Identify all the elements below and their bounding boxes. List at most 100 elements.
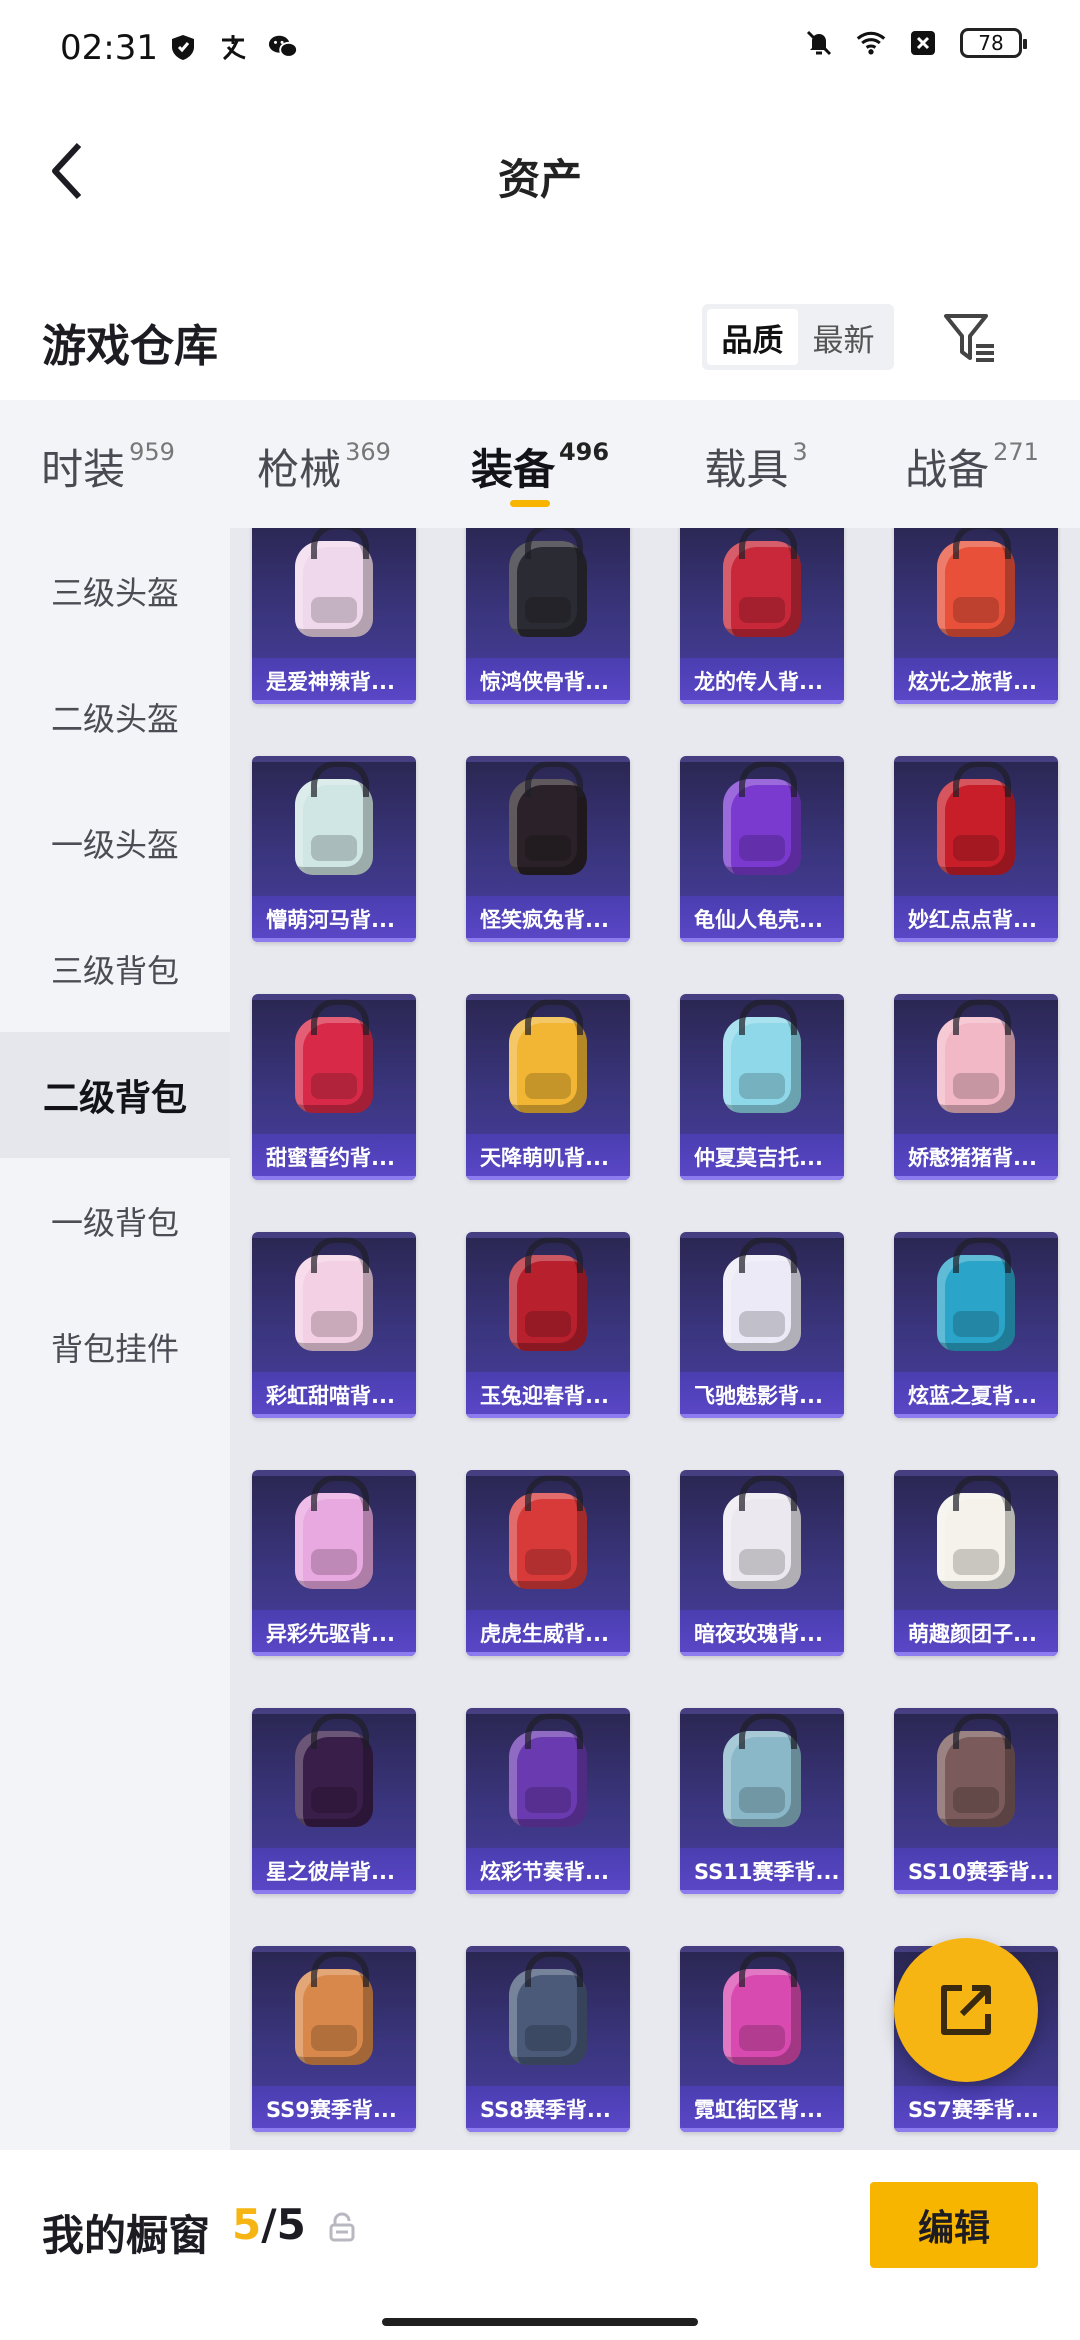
- item-card[interactable]: 妙红点点背...: [894, 756, 1058, 942]
- sidebar-item-backpack-lv3[interactable]: 三级背包: [0, 906, 230, 1032]
- showcase-used-count: 5: [232, 2200, 262, 2249]
- tab-label: 载具: [704, 445, 789, 494]
- tab-fashion[interactable]: 时装 959: [0, 400, 216, 528]
- item-name: 霓虹街区背...: [680, 2086, 844, 2132]
- item-card[interactable]: SS8赛季背...: [466, 1946, 630, 2132]
- item-name: 萌趣颜团子...: [894, 1610, 1058, 1656]
- item-name: 玉兔迎春背...: [466, 1372, 630, 1418]
- item-card[interactable]: 娇憨猪猪背...: [894, 994, 1058, 1180]
- item-image: [466, 1237, 630, 1368]
- item-name: 天降萌叽背...: [466, 1134, 630, 1180]
- item-image: [894, 528, 1058, 654]
- tab-weapons[interactable]: 枪械 369: [216, 400, 432, 528]
- sidebar-item-helmet-lv3[interactable]: 三级头盔: [0, 528, 230, 654]
- tab-count: 959: [129, 438, 175, 466]
- item-image: [894, 999, 1058, 1130]
- item-card[interactable]: 龙的传人背...: [680, 528, 844, 704]
- backpack-icon: [937, 999, 1015, 1113]
- sidebar-item-helmet-lv1[interactable]: 一级头盔: [0, 780, 230, 906]
- sort-newest-option[interactable]: 最新: [798, 309, 889, 365]
- item-image: [252, 528, 416, 654]
- item-image: [252, 1951, 416, 2082]
- item-card[interactable]: 怪笑疯兔背...: [466, 756, 630, 942]
- item-card[interactable]: 异彩先驱背...: [252, 1470, 416, 1656]
- filter-button[interactable]: [940, 308, 1000, 368]
- sidebar-item-helmet-lv2[interactable]: 二级头盔: [0, 654, 230, 780]
- item-card[interactable]: 飞驰魅影背...: [680, 1232, 844, 1418]
- home-indicator[interactable]: [382, 2318, 698, 2326]
- backpack-icon: [295, 1951, 373, 2065]
- tab-label: 战备: [905, 445, 990, 494]
- item-card[interactable]: 惊鸿侠骨背...: [466, 528, 630, 704]
- tab-label: 装备: [470, 445, 555, 494]
- category-tabs: 时装 959 枪械 369 装备 496 载具 3 战备 271: [0, 400, 1080, 528]
- item-name: 妙红点点背...: [894, 896, 1058, 942]
- backpack-icon: [295, 528, 373, 637]
- edit-button[interactable]: 编辑: [870, 2182, 1038, 2268]
- item-image: [680, 1713, 844, 1844]
- item-card[interactable]: 仲夏莫吉托...: [680, 994, 844, 1180]
- item-name: 炫蓝之夏背...: [894, 1372, 1058, 1418]
- item-image: [466, 1713, 630, 1844]
- item-name: 龟仙人龟壳...: [680, 896, 844, 942]
- item-card[interactable]: 是爱神辣背...: [252, 528, 416, 704]
- alipay-icon: [218, 32, 248, 62]
- status-time: 02:31: [60, 28, 158, 68]
- item-card[interactable]: SS11赛季背...: [680, 1708, 844, 1894]
- item-card[interactable]: 霓虹街区背...: [680, 1946, 844, 2132]
- backpack-icon: [295, 1475, 373, 1589]
- tab-supplies[interactable]: 战备 271: [864, 400, 1080, 528]
- tab-vehicles[interactable]: 载具 3: [648, 400, 864, 528]
- tab-equipment[interactable]: 装备 496: [432, 400, 648, 528]
- item-image: [680, 1951, 844, 2082]
- item-name: 仲夏莫吉托...: [680, 1134, 844, 1180]
- item-name: 异彩先驱背...: [252, 1610, 416, 1656]
- item-card[interactable]: 玉兔迎春背...: [466, 1232, 630, 1418]
- sort-toggle: 品质 最新: [702, 304, 894, 370]
- shield-app-icon: [168, 32, 198, 62]
- backpack-icon: [295, 1713, 373, 1827]
- item-card[interactable]: 甜蜜誓约背...: [252, 994, 416, 1180]
- warehouse-title: 游戏仓库: [42, 321, 218, 372]
- item-image: [252, 999, 416, 1130]
- item-card[interactable]: 炫光之旅背...: [894, 528, 1058, 704]
- tab-label: 时装: [41, 445, 126, 494]
- backpack-icon: [723, 761, 801, 875]
- item-card[interactable]: 炫蓝之夏背...: [894, 1232, 1058, 1418]
- item-name: 飞驰魅影背...: [680, 1372, 844, 1418]
- sidebar-item-backpack-lv2[interactable]: 二级背包: [0, 1032, 230, 1158]
- backpack-icon: [295, 761, 373, 875]
- item-grid: 是爱神辣背... 惊鸿侠骨背... 龙的传人背... 炫光之旅背... 懵萌河马背...…: [230, 528, 1080, 2150]
- item-card[interactable]: 虎虎生威背...: [466, 1470, 630, 1656]
- item-card[interactable]: 懵萌河马背...: [252, 756, 416, 942]
- item-name: 是爱神辣背...: [252, 658, 416, 704]
- item-image: [252, 1713, 416, 1844]
- item-name: 星之彼岸背...: [252, 1848, 416, 1894]
- item-card[interactable]: SS10赛季背...: [894, 1708, 1058, 1894]
- item-card[interactable]: 炫彩节奏背...: [466, 1708, 630, 1894]
- item-card[interactable]: 彩虹甜喵背...: [252, 1232, 416, 1418]
- item-name: 虎虎生威背...: [466, 1610, 630, 1656]
- item-card[interactable]: 萌趣颜团子...: [894, 1470, 1058, 1656]
- item-card[interactable]: 龟仙人龟壳...: [680, 756, 844, 942]
- item-card[interactable]: SS9赛季背...: [252, 1946, 416, 2132]
- showcase-total-count: /5: [261, 2200, 306, 2249]
- item-image: [894, 1713, 1058, 1844]
- backpack-icon: [937, 528, 1015, 637]
- item-card[interactable]: 暗夜玫瑰背...: [680, 1470, 844, 1656]
- page-title: 资产: [497, 155, 582, 204]
- showcase-bar: 我的橱窗 5/5 编辑: [0, 2150, 1080, 2340]
- item-image: [680, 1237, 844, 1368]
- tab-label: 枪械: [257, 445, 342, 494]
- backpack-icon: [509, 1713, 587, 1827]
- item-card[interactable]: 星之彼岸背...: [252, 1708, 416, 1894]
- item-name: 彩虹甜喵背...: [252, 1372, 416, 1418]
- share-float-button[interactable]: [894, 1938, 1038, 2082]
- item-image: [894, 1475, 1058, 1606]
- sidebar-item-backpack-charm[interactable]: 背包挂件: [0, 1284, 230, 1410]
- item-name: SS9赛季背...: [252, 2086, 416, 2132]
- backpack-icon: [723, 1951, 801, 2065]
- sort-quality-option[interactable]: 品质: [707, 309, 798, 365]
- item-card[interactable]: 天降萌叽背...: [466, 994, 630, 1180]
- sidebar-item-backpack-lv1[interactable]: 一级背包: [0, 1158, 230, 1284]
